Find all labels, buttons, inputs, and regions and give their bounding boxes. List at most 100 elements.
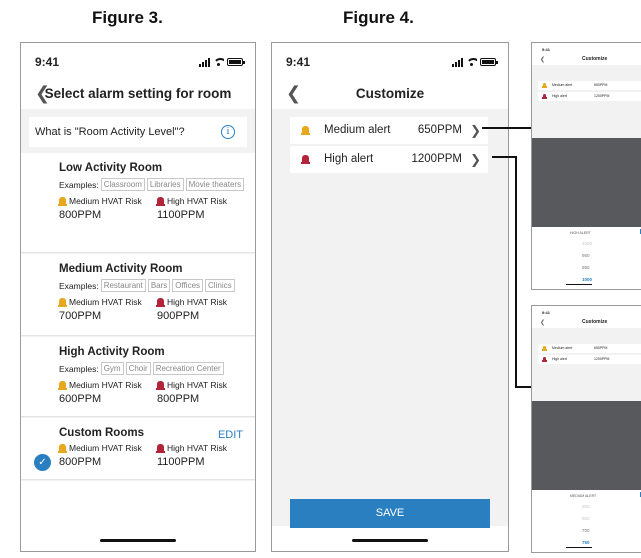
high-alert-row[interactable]: High alert 1200PPM <box>538 92 641 101</box>
home-indicator <box>566 283 592 285</box>
high-risk: High HVAT Risk 1100PPM <box>156 196 255 221</box>
example-chip: Classroom <box>100 178 145 191</box>
room-card-high[interactable]: High Activity Room Examples: Gym Choir R… <box>21 337 255 417</box>
picker-option[interactable]: 800 <box>582 552 590 553</box>
example-chip: Offices <box>172 279 204 292</box>
save-button[interactable]: SAVE <box>290 499 490 528</box>
example-chip: Choir <box>125 362 151 375</box>
chevron-right-icon: ❯ <box>470 123 481 138</box>
medium-alert-row[interactable]: Medium alert 650PPM <box>538 344 641 353</box>
home-indicator <box>566 546 592 548</box>
example-chip: Recreation Center <box>152 362 224 375</box>
room-name: Low Activity Room <box>59 162 163 174</box>
wifi-icon <box>466 57 477 67</box>
medium-risk-value: 800PPM <box>59 209 102 221</box>
room-examples: Examples: Classroom Libraries Movie thea… <box>59 178 255 191</box>
value-picker[interactable]: MEDIUM ALERT 650 650 700 750 800 850 <box>532 490 641 552</box>
risk-row: Medium HVAT Risk 800PPM High HVAT Risk 1… <box>58 443 255 468</box>
medium-risk-value: 600PPM <box>59 393 102 405</box>
room-card-low[interactable]: Low Activity Room Examples: Classroom Li… <box>21 153 255 253</box>
picker-option[interactable]: 700 <box>582 528 590 533</box>
medium-risk: Medium HVAT Risk 600PPM <box>58 380 157 405</box>
high-risk-value: 800PPM <box>157 393 200 405</box>
red-beacon-icon <box>301 155 310 164</box>
picker-option-selected[interactable]: 750 <box>582 540 590 545</box>
alert-value: 650PPM <box>594 346 608 350</box>
red-beacon-icon <box>542 94 547 99</box>
examples-label: Examples: <box>59 280 99 291</box>
room-card-medium[interactable]: Medium Activity Room Examples: Restauran… <box>21 254 255 336</box>
picker-option[interactable]: 950 <box>582 253 590 258</box>
edit-button[interactable]: EDIT <box>218 429 243 441</box>
modal-overlay[interactable] <box>532 401 641 490</box>
amber-beacon-icon <box>542 83 547 88</box>
back-chevron-icon[interactable]: ❮ <box>540 319 545 326</box>
customize-content: Medium alert 650PPM ❯ High alert 1200PPM… <box>272 109 508 551</box>
alert-value: 1200PPM <box>594 357 610 361</box>
red-beacon-icon <box>156 298 165 307</box>
value-picker[interactable]: HIGH ALERT 1000 950 950 1000 1050 1100 <box>532 227 641 289</box>
high-alert-row[interactable]: High alert 1200PPM ❯ <box>290 146 488 173</box>
medium-alert-row[interactable]: Medium alert 650PPM ❯ <box>290 117 488 144</box>
red-beacon-icon <box>542 357 547 362</box>
battery-icon <box>480 58 498 66</box>
red-beacon-icon <box>156 381 165 390</box>
high-alert-row[interactable]: High alert 1200PPM <box>538 355 641 364</box>
alert-value: 1200PPM <box>594 94 610 98</box>
signal-icon <box>452 57 463 67</box>
alert-value: 650PPM <box>417 124 462 136</box>
picker-header: HIGH ALERT <box>570 231 591 235</box>
medium-risk: Medium HVAT Risk 800PPM <box>58 196 157 221</box>
high-risk-label: High HVAT Risk <box>167 196 227 206</box>
alert-name: High alert <box>552 94 567 98</box>
room-examples: Examples: Restaurant Bars Offices Clinic… <box>59 279 255 292</box>
risk-row: Medium HVAT Risk 700PPM High HVAT Risk 9… <box>58 297 255 322</box>
nav-bar: ❮ Select alarm setting for room <box>21 79 255 109</box>
mini-phone-high-alert: 9:41 ▮▮ ❮ Customize Medium alert 650PPM … <box>531 42 641 290</box>
status-bar: 9:41 <box>35 55 245 71</box>
room-examples: Examples: Gym Choir Recreation Center <box>59 362 255 375</box>
battery-icon <box>227 58 245 66</box>
high-risk: High HVAT Risk 800PPM <box>156 380 255 405</box>
picker-option-selected[interactable]: 1000 <box>582 277 592 282</box>
room-activity-info-row[interactable]: What is "Room Activity Level"? i <box>29 117 247 147</box>
wifi-icon <box>213 57 224 67</box>
medium-risk-value: 700PPM <box>59 310 102 322</box>
high-risk: High HVAT Risk 900PPM <box>156 297 255 322</box>
risk-row: Medium HVAT Risk 600PPM High HVAT Risk 8… <box>58 380 255 405</box>
medium-alert-row[interactable]: Medium alert 650PPM <box>538 81 641 90</box>
status-time: 9:41 <box>542 47 551 52</box>
back-chevron-icon[interactable]: ❮ <box>35 83 50 104</box>
picker-option[interactable]: 650 <box>582 504 590 509</box>
page-title: Select alarm setting for room <box>44 86 232 101</box>
examples-label: Examples: <box>59 179 99 190</box>
medium-risk-label: Medium HVAT Risk <box>69 443 142 453</box>
room-card-custom[interactable]: Custom Rooms EDIT ✓ Medium HVAT Risk 800… <box>21 418 255 480</box>
examples-label: Examples: <box>59 363 99 374</box>
phone-customize: 9:41 ❮ Customize Medium alert 650PPM ❯ H… <box>271 42 509 552</box>
connector-high-end <box>515 386 531 388</box>
example-chip: Movie theaters <box>185 178 245 191</box>
modal-overlay[interactable] <box>532 138 641 227</box>
red-beacon-icon <box>156 444 165 453</box>
picker-option[interactable]: 1000 <box>582 241 592 246</box>
alert-name: Medium alert <box>552 83 573 87</box>
picker-option[interactable]: 950 <box>582 265 590 270</box>
medium-risk-value: 800PPM <box>59 456 102 468</box>
status-bar: 9:41 <box>286 55 498 71</box>
room-name: High Activity Room <box>59 346 165 358</box>
high-risk-value: 1100PPM <box>157 456 205 468</box>
alert-value: 650PPM <box>594 83 608 87</box>
back-chevron-icon[interactable]: ❮ <box>540 56 545 63</box>
picker-option[interactable]: 1050 <box>582 289 592 290</box>
high-risk: High HVAT Risk 1100PPM <box>156 443 255 468</box>
high-risk-label: High HVAT Risk <box>167 443 227 453</box>
connector-high-horizontal <box>492 156 516 158</box>
page-title: Customize <box>582 56 608 62</box>
red-beacon-icon <box>156 197 165 206</box>
back-chevron-icon[interactable]: ❮ <box>286 83 301 104</box>
risk-row: Medium HVAT Risk 800PPM High HVAT Risk 1… <box>58 196 255 221</box>
connector-high-vertical <box>515 156 517 388</box>
info-circle-icon[interactable]: i <box>221 125 235 139</box>
picker-option[interactable]: 650 <box>582 516 590 521</box>
